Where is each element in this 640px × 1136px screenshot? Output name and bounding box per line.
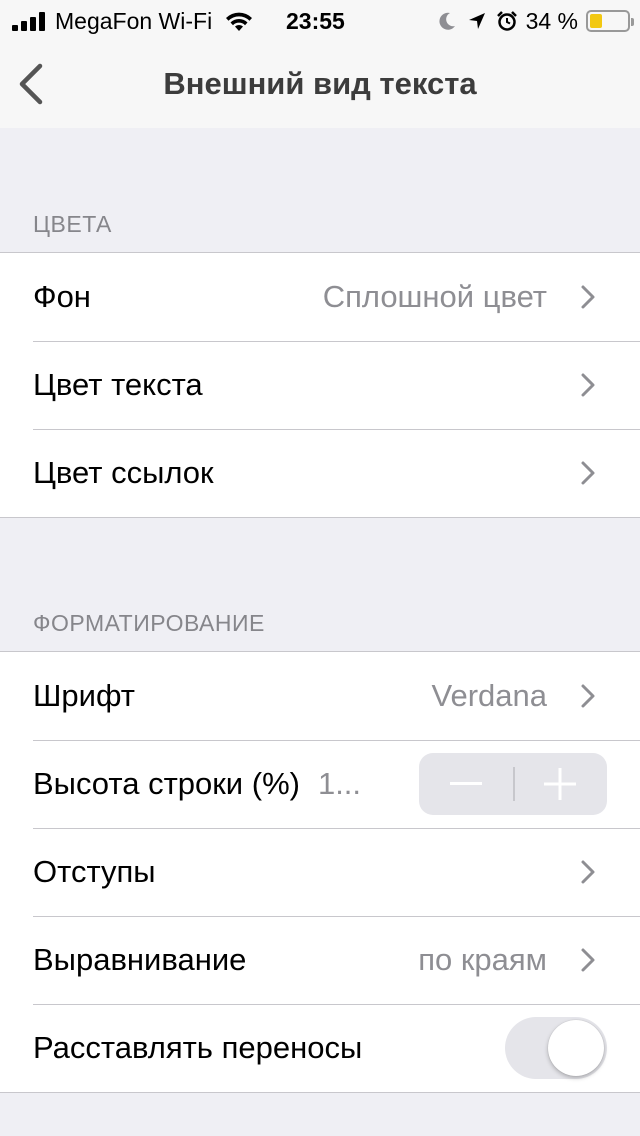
row-label: Фон	[33, 279, 91, 314]
location-icon	[468, 13, 485, 29]
row-text-color[interactable]: Цвет текста	[0, 341, 640, 429]
carrier-name: MegaFon Wi-Fi	[55, 7, 213, 34]
row-value: Verdana	[431, 678, 548, 713]
row-background[interactable]: Фон Сплошной цвет	[0, 253, 640, 341]
section-header-colors: ЦВЕТА	[33, 211, 112, 237]
row-label: Расставлять переносы	[33, 1030, 363, 1065]
row-line-height: Высота строки (%) 1...	[0, 740, 640, 828]
page-title: Внешний вид текста	[163, 66, 477, 101]
status-left: MegaFon Wi-Fi	[12, 6, 274, 36]
hyphenation-toggle[interactable]	[505, 1017, 607, 1079]
row-label: Шрифт	[33, 678, 135, 713]
colors-group: Фон Сплошной цвет Цвет текста Цвет ссыло…	[0, 252, 640, 518]
row-hyphenation: Расставлять переносы	[0, 1004, 640, 1092]
chevron-right-icon	[581, 684, 595, 708]
row-label: Высота строки (%)	[33, 766, 300, 801]
row-value: Сплошной цвет	[322, 279, 547, 314]
row-label: Цвет ссылок	[33, 455, 214, 490]
moon-icon	[439, 12, 455, 30]
stepper-decrement-button[interactable]	[419, 753, 513, 815]
section-header-formatting: ФОРМАТИРОВАНИЕ	[33, 610, 265, 636]
chevron-right-icon	[581, 860, 595, 884]
status-right: 34 %	[436, 6, 634, 36]
row-link-color[interactable]: Цвет ссылок	[0, 429, 640, 517]
battery-icon	[586, 10, 634, 32]
battery-percent: 34 %	[525, 7, 578, 34]
chevron-right-icon	[581, 461, 595, 485]
chevron-right-icon	[581, 373, 595, 397]
row-margins[interactable]: Отступы	[0, 828, 640, 916]
status-bar: MegaFon Wi-Fi 23:55 34 %	[0, 0, 640, 40]
row-value: по краям	[418, 942, 547, 977]
row-alignment[interactable]: Выравнивание по краям	[0, 916, 640, 1004]
toggle-knob	[548, 1020, 604, 1076]
row-label: Отступы	[33, 854, 156, 889]
chevron-right-icon	[581, 948, 595, 972]
row-label: Выравнивание	[33, 942, 247, 977]
status-time: 23:55	[286, 8, 345, 34]
battery-fill	[590, 14, 603, 28]
nav-bar: Внешний вид текста	[0, 40, 640, 128]
line-height-stepper	[419, 753, 607, 815]
minus-icon	[450, 782, 482, 785]
chevron-right-icon	[581, 285, 595, 309]
row-label: Цвет текста	[33, 367, 203, 402]
signal-icon	[12, 11, 45, 31]
line-height-value: 1...	[317, 766, 362, 801]
stepper-divider	[513, 767, 515, 801]
formatting-group: Шрифт Verdana Высота строки (%) 1... Отс…	[0, 651, 640, 1093]
row-font[interactable]: Шрифт Verdana	[0, 652, 640, 740]
wifi-icon	[226, 12, 253, 31]
plus-icon	[544, 768, 576, 800]
alarm-icon	[496, 11, 517, 31]
stepper-increment-button[interactable]	[513, 753, 607, 815]
